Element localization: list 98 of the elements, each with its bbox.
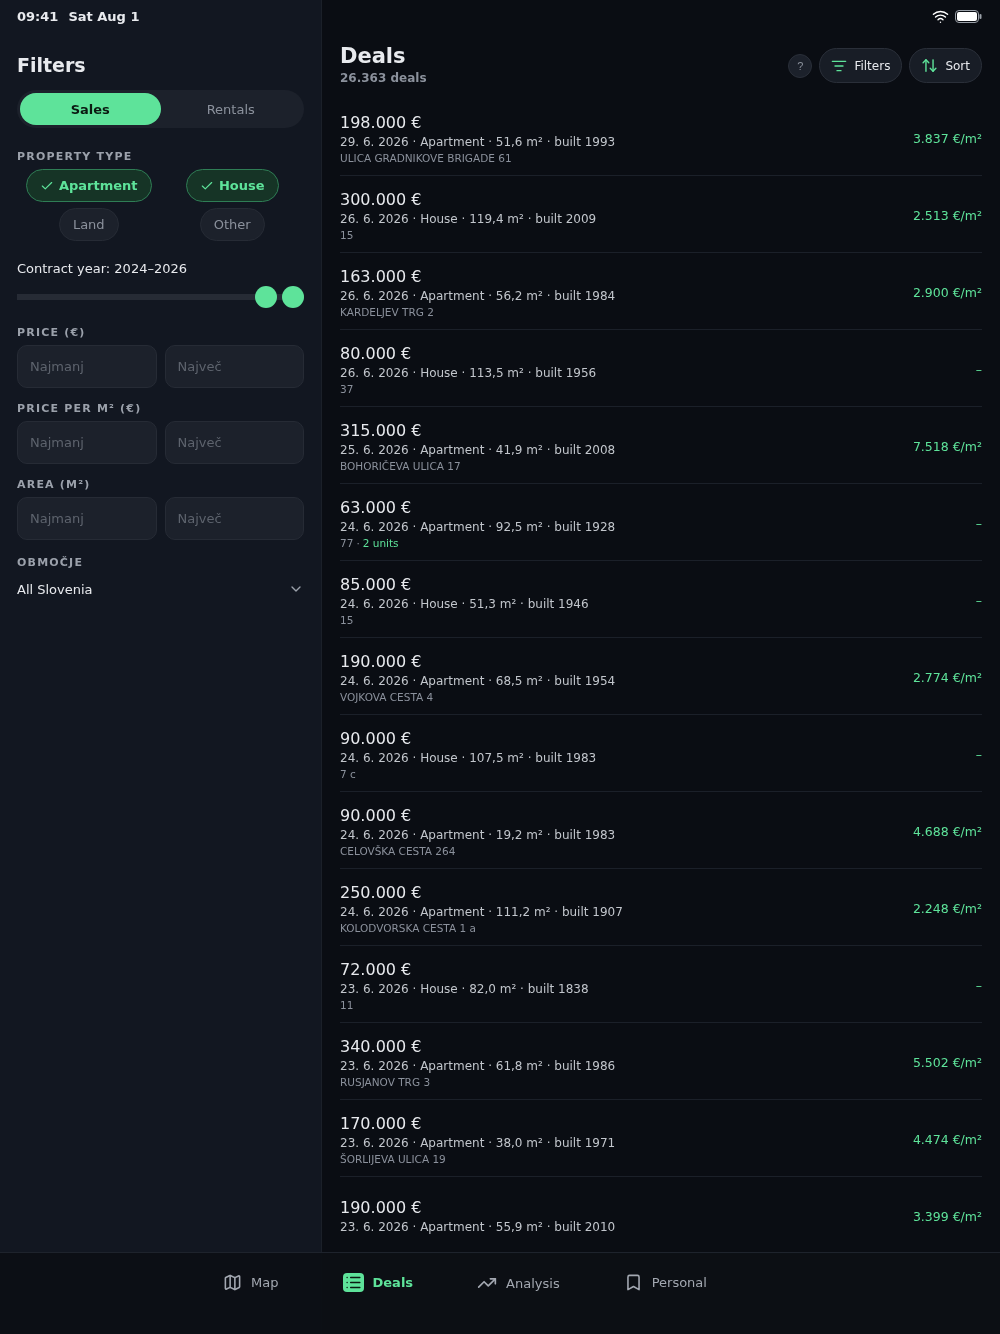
deal-price: 72.000 € [340,959,413,979]
max-input-field[interactable]: Največ [164,497,304,540]
price-per-m2: 2.774 €/m² [912,669,982,685]
deals-title: Deals [340,44,407,68]
price-per-m2: 2.248 €/m² [912,900,982,916]
max-input-field[interactable]: Največ [164,345,304,388]
dot-separator: · [356,536,360,549]
deal-price: 300.000 € [340,189,423,209]
deal-price: 315.000 € [340,420,423,440]
section-label: PRICE PER M² (€) [17,402,143,415]
deal-address: 11 [340,998,354,1011]
deal-details: 25. 6. 2026 · Apartment · 41,9 m² · built 2008 [340,442,616,457]
tab-bar-item[interactable]: Map [223,1273,279,1292]
deal-price: 163.000 € [340,266,423,286]
deal-price: 250.000 € [340,882,423,902]
deal-address: KARDELJEV TRG 2 [340,305,434,318]
filters-title: Filters [17,54,87,76]
deal-address: 15 [340,228,354,241]
section-label: OBMOČJE [17,556,85,569]
deal-price: 190.000 € [340,651,423,671]
sort-button[interactable]: Sort [909,48,982,83]
deal-units: 2 units [362,536,399,549]
property-type-chip[interactable]: Land [58,208,119,241]
deal-details: 23. 6. 2026 · Apartment · 61,8 m² · built 1986 [340,1058,616,1073]
deals-count: 26.363 deals [340,71,427,85]
deal-details: 24. 6. 2026 · Apartment · 19,2 m² · built 1983 [340,827,616,842]
filters-button[interactable]: Filters [819,48,903,83]
deal-details: 24. 6. 2026 · Apartment · 68,5 m² · built 1954 [340,673,616,688]
deal-details: 23. 6. 2026 · House · 82,0 m² · built 1838 [340,981,589,996]
min-input-field[interactable]: Najmanj [17,345,157,388]
deal-details: 23. 6. 2026 · Apartment · 55,9 m² · built 2010 [340,1220,616,1234]
slider-thumb[interactable] [282,286,304,308]
min-input-field[interactable]: Najmanj [17,497,157,540]
deal-address: CELOVŠKA CESTA 264 [340,844,456,857]
deal-address: 7 c [340,767,356,780]
section-label: PRICE (€) [17,326,87,339]
deal-details: 26. 6. 2026 · House · 113,5 m² · built 1956 [340,365,597,380]
price-per-m2: – [975,746,982,762]
segment-tab[interactable]: Rentals [160,93,301,125]
deal-address: 15 [340,613,354,626]
tab-bar-item[interactable]: Deals [342,1273,414,1292]
deal-details: 26. 6. 2026 · House · 119,4 m² · built 2009 [340,211,597,226]
segment-tab[interactable]: Sales [20,93,161,125]
status-time: 09:41 [17,8,59,24]
deal-address: 37 [340,382,354,395]
property-type-chip[interactable]: Other [199,208,265,241]
deal-price: 80.000 € [340,343,413,363]
price-per-m2: 3.837 €/m² [912,130,982,146]
tab-bar-item[interactable]: Analysis [477,1273,560,1293]
help-button[interactable]: ? [788,53,813,78]
deal-details: 23. 6. 2026 · Apartment · 38,0 m² · built 1971 [340,1135,616,1150]
deal-details: 24. 6. 2026 · Apartment · 111,2 m² · built 1907 [340,904,623,919]
deal-address: BOHORIČEVA ULICA 17 [340,459,461,472]
deal-details: 24. 6. 2026 · House · 107,5 m² · built 1983 [340,750,597,765]
price-per-m2: 2.513 €/m² [912,207,982,223]
deal-details: 29. 6. 2026 · Apartment · 51,6 m² · built 1993 [340,134,616,149]
price-per-m2: – [975,977,982,993]
min-input-field[interactable]: Najmanj [17,421,157,464]
deal-address: 77 [340,536,354,549]
deal-price: 63.000 € [340,497,413,517]
map-icon [223,1273,243,1292]
contract-year-label: Contract year: 2024–2026 [17,261,188,276]
price-per-m2: – [975,361,982,377]
price-per-m2: 5.502 €/m² [912,1054,982,1070]
deal-address: KOLODVORSKA CESTA 1 a [340,921,476,934]
deal-address: ŠORLIJEVA ULICA 19 [340,1152,446,1165]
deal-address: RUSJANOV TRG 3 [340,1075,431,1088]
section-label: AREA (M²) [17,478,92,491]
region-dropdown[interactable]: All Slovenia [17,575,304,603]
deal-price: 340.000 € [340,1036,423,1056]
deal-price: 198.000 € [340,112,423,132]
battery-icon [955,9,982,23]
price-per-m2: 7.518 €/m² [912,438,982,454]
max-input-field[interactable]: Največ [164,421,304,464]
price-per-m2: – [975,515,982,531]
deal-details: 26. 6. 2026 · Apartment · 56,2 m² · built 1984 [340,288,616,303]
slider-thumb[interactable] [255,286,278,308]
property-type-chip[interactable]: House [185,169,279,202]
deal-price: 190.000 € [340,1198,423,1217]
deal-address: ULICA GRADNIKOVE BRIGADE 61 [340,151,512,164]
sort-icon [921,57,939,74]
section-label: PROPERTY TYPE [17,150,134,163]
deal-details: 24. 6. 2026 · Apartment · 92,5 m² · built 1928 [340,519,616,534]
deal-details: 24. 6. 2026 · House · 51,3 m² · built 1946 [340,596,589,611]
deal-price: 90.000 € [340,728,413,748]
price-per-m2: 4.474 €/m² [912,1131,982,1147]
price-per-m2: 2.900 €/m² [912,284,982,300]
status-date: Sat Aug 1 [68,8,140,24]
tab-bar-item[interactable]: Personal [623,1273,707,1292]
price-per-m2: 4.688 €/m² [912,823,982,839]
deal-address: VOJKOVA CESTA 4 [340,690,434,703]
price-per-m2: – [975,592,982,608]
property-type-chip[interactable]: Apartment [25,169,152,202]
deal-price: 170.000 € [340,1113,423,1133]
deal-price: 90.000 € [340,805,413,825]
deal-price: 85.000 € [340,574,413,594]
price-per-m2: 3.399 €/m² [912,1208,982,1224]
list-icon [342,1273,364,1292]
